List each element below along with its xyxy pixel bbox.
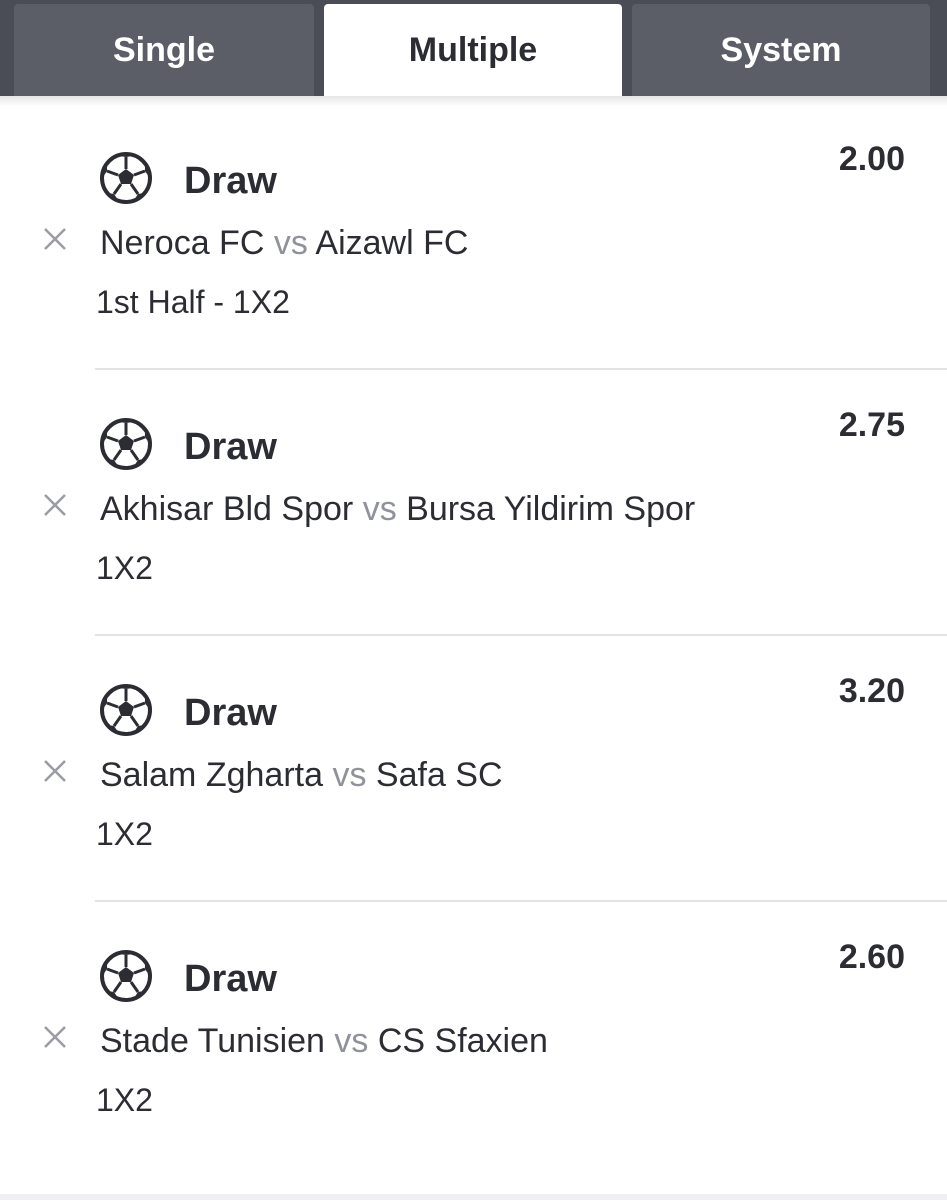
home-team: Stade Tunisien <box>100 1022 325 1060</box>
home-team: Salam Zgharta <box>100 756 323 794</box>
odds-value: 2.60 <box>838 938 905 976</box>
away-team: Safa SC <box>375 756 503 794</box>
soccer-ball-icon <box>100 684 152 736</box>
close-icon[interactable] <box>40 1022 70 1052</box>
bottom-divider <box>0 1194 947 1200</box>
odds-value: 2.75 <box>838 406 905 444</box>
soccer-ball-icon <box>100 418 152 470</box>
market-label: 1st Half - 1X2 <box>96 284 290 320</box>
bet-item: Draw 2.60 Stade Tunisien vs CS Sfaxien 1… <box>0 902 947 1168</box>
bet-item: Draw 3.20 Salam Zgharta vs Safa SC 1X2 <box>0 636 947 902</box>
vs-separator: vs <box>334 1022 369 1060</box>
bet-item: Draw 2.75 Akhisar Bld Spor vs Bursa Yild… <box>0 370 947 636</box>
close-icon[interactable] <box>40 490 70 520</box>
selection-label: Draw <box>184 692 277 734</box>
away-team: CS Sfaxien <box>377 1022 548 1060</box>
market-label: 1X2 <box>96 1082 153 1118</box>
odds-value: 2.00 <box>838 140 905 178</box>
vs-separator: vs <box>273 224 308 262</box>
tab-system[interactable]: System <box>632 4 930 96</box>
selection-label: Draw <box>184 160 277 202</box>
match-name: Neroca FC vs Aizawl FC <box>100 224 468 263</box>
away-team: Bursa Yildirim Spor <box>406 490 696 528</box>
away-team: Aizawl FC <box>315 224 469 262</box>
close-icon[interactable] <box>40 756 70 786</box>
home-team: Neroca FC <box>100 224 265 262</box>
match-name: Akhisar Bld Spor vs Bursa Yildirim Spor <box>100 490 695 529</box>
betslip-list: Draw 2.00 Neroca FC vs Aizawl FC 1st Hal… <box>0 104 947 1168</box>
bet-item: Draw 2.00 Neroca FC vs Aizawl FC 1st Hal… <box>0 104 947 370</box>
selection-label: Draw <box>184 958 277 1000</box>
soccer-ball-icon <box>100 950 152 1002</box>
match-name: Salam Zgharta vs Safa SC <box>100 756 503 795</box>
odds-value: 3.20 <box>838 672 905 710</box>
selection-label: Draw <box>184 426 277 468</box>
soccer-ball-icon <box>100 152 152 204</box>
vs-separator: vs <box>362 490 397 528</box>
close-icon[interactable] <box>40 224 70 254</box>
tab-multiple[interactable]: Multiple <box>324 4 622 96</box>
tab-single[interactable]: Single <box>14 4 314 96</box>
home-team: Akhisar Bld Spor <box>100 490 354 528</box>
market-label: 1X2 <box>96 816 153 852</box>
vs-separator: vs <box>332 756 367 794</box>
bet-type-tabbar: Single Multiple System <box>0 0 947 96</box>
market-label: 1X2 <box>96 550 153 586</box>
match-name: Stade Tunisien vs CS Sfaxien <box>100 1022 548 1061</box>
